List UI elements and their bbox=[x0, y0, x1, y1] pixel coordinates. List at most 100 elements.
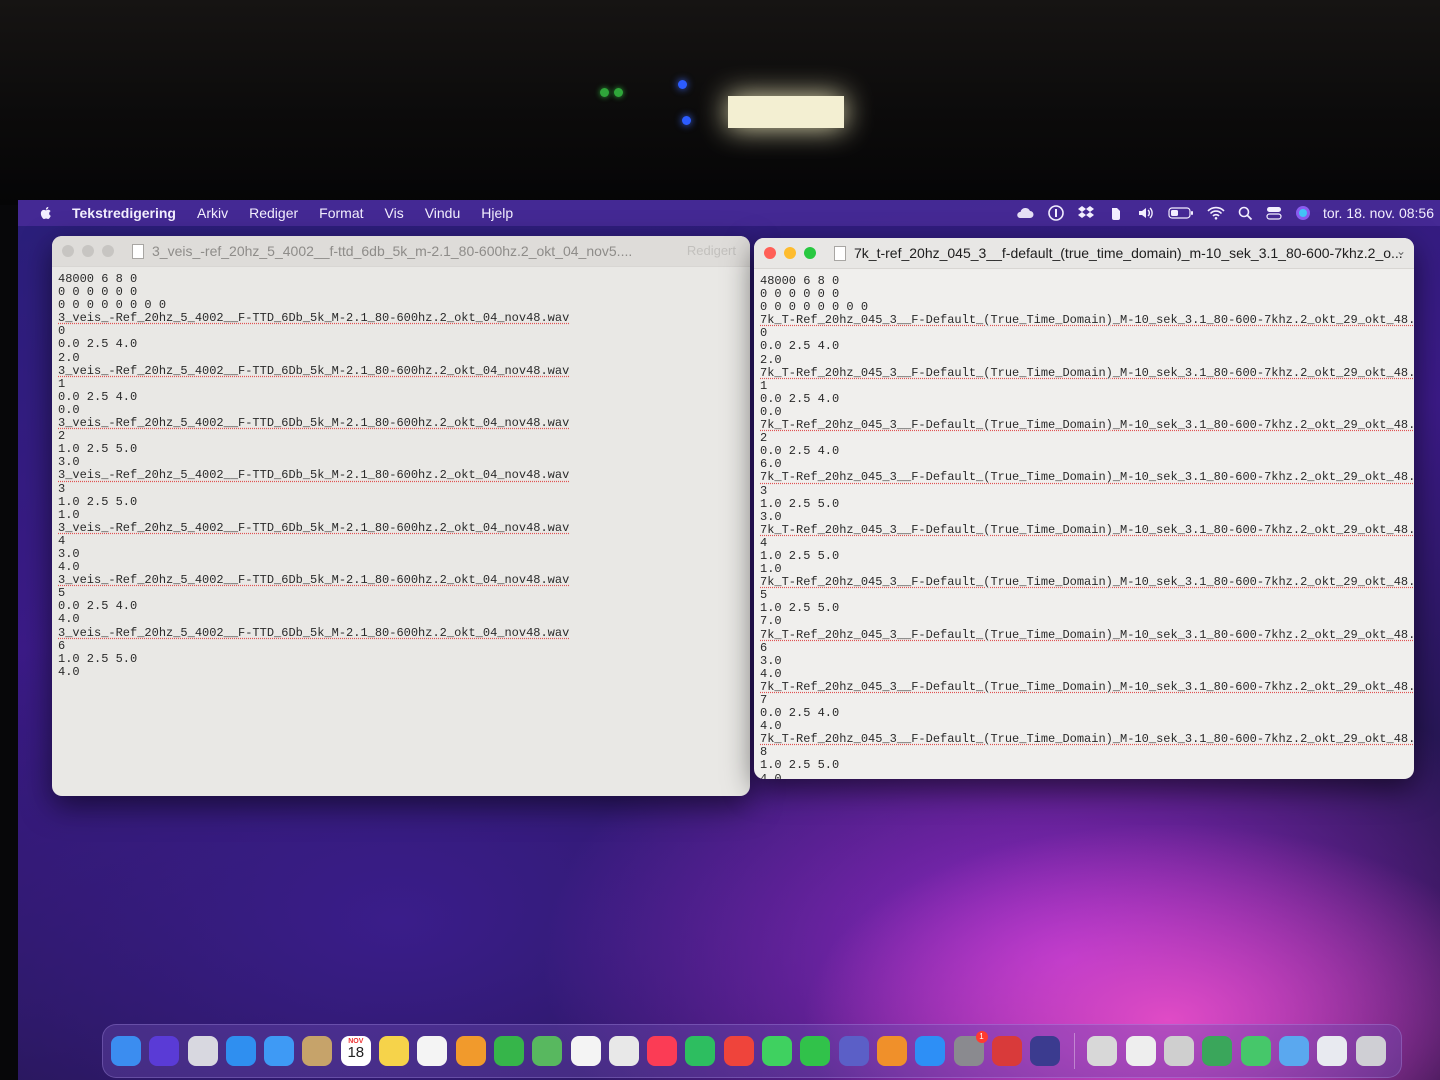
document-icon[interactable] bbox=[132, 243, 144, 259]
text-line-filename: 7k_T-Ref_20hz_045_3__F-Default_(True_Tim… bbox=[760, 627, 1414, 642]
zoom-button[interactable] bbox=[804, 247, 816, 259]
text-line-filename: 3_veis_-Ref_20hz_5_4002__F-TTD_6Db_5k_M-… bbox=[58, 416, 570, 431]
text-line: 4 bbox=[760, 535, 768, 550]
text-line: 5 bbox=[58, 586, 66, 601]
contacts-icon[interactable] bbox=[302, 1036, 333, 1066]
printer-icon[interactable] bbox=[1164, 1036, 1195, 1066]
music-icon[interactable] bbox=[647, 1036, 678, 1066]
notification-badge: 1 bbox=[975, 1031, 988, 1043]
icloud-icon[interactable] bbox=[1015, 206, 1035, 220]
bbedit-icon[interactable] bbox=[1030, 1036, 1061, 1066]
document-icon[interactable] bbox=[834, 245, 846, 261]
dock: NOV 18 1 bbox=[102, 1024, 1402, 1078]
evernote-icon[interactable] bbox=[685, 1036, 716, 1066]
desktop: Tekstredigering Arkiv Rediger Format Vis… bbox=[18, 200, 1440, 1080]
numbers-icon[interactable] bbox=[493, 1036, 524, 1066]
spotlight-icon[interactable] bbox=[1238, 206, 1253, 221]
text-line: 2.0 bbox=[760, 352, 782, 367]
text-line: 2 bbox=[760, 431, 768, 446]
router-led bbox=[614, 88, 623, 97]
system-preferences-icon[interactable]: 1 bbox=[953, 1031, 988, 1066]
trash-icon[interactable] bbox=[1355, 1036, 1386, 1066]
mail-icon[interactable] bbox=[264, 1036, 295, 1066]
maps-icon[interactable] bbox=[532, 1036, 563, 1066]
text-line: 3.0 bbox=[760, 653, 782, 668]
text-line-filename: 3_veis_-Ref_20hz_5_4002__F-TTD_6Db_5k_M-… bbox=[58, 311, 570, 326]
scanner-icon[interactable] bbox=[1087, 1036, 1118, 1066]
close-button[interactable] bbox=[62, 245, 74, 257]
battery-icon[interactable] bbox=[1168, 206, 1194, 220]
text-line-filename: 3_veis_-Ref_20hz_5_4002__F-TTD_6Db_5k_M-… bbox=[58, 468, 570, 483]
text-line-filename: 7k_T-Ref_20hz_045_3__F-Default_(True_Tim… bbox=[760, 522, 1414, 537]
volume-icon[interactable] bbox=[1137, 205, 1155, 221]
chevron-down-icon[interactable]: ⌄ bbox=[1396, 244, 1406, 258]
text-line: 6 bbox=[760, 640, 768, 655]
text-line: 0.0 2.5 4.0 bbox=[760, 339, 840, 354]
text-line: 2.0 bbox=[58, 350, 80, 365]
safari-icon[interactable] bbox=[225, 1036, 256, 1066]
minimize-button[interactable] bbox=[784, 247, 796, 259]
text-line: 0.0 2.5 4.0 bbox=[58, 389, 138, 404]
chrome-icon[interactable] bbox=[608, 1036, 639, 1066]
reminders-icon[interactable] bbox=[417, 1036, 448, 1066]
window-title: 7k_t-ref_20hz_045_3__f-default_(true_tim… bbox=[854, 245, 1403, 261]
text-line: 3 bbox=[58, 481, 66, 496]
text-line: 1.0 2.5 5.0 bbox=[58, 442, 138, 457]
window-titlebar[interactable]: 3_veis_-ref_20hz_5_4002__f-ttd_6db_5k_m-… bbox=[52, 236, 750, 267]
facetime-icon[interactable] bbox=[800, 1036, 831, 1066]
textedit-icon[interactable] bbox=[1125, 1036, 1156, 1066]
folder-icon[interactable] bbox=[1278, 1036, 1309, 1066]
menu-rediger[interactable]: Rediger bbox=[249, 205, 298, 221]
menubar-clock[interactable]: tor. 18. nov. 08:56 bbox=[1323, 205, 1434, 221]
textedit-window-right[interactable]: 7k_t-ref_20hz_045_3__f-default_(true_tim… bbox=[754, 238, 1414, 779]
evernote-icon[interactable] bbox=[1108, 205, 1124, 221]
text-area[interactable]: 48000 6 8 00 0 0 0 0 00 0 0 0 0 0 0 0 3_v… bbox=[52, 267, 750, 679]
teams-icon[interactable] bbox=[838, 1036, 869, 1066]
text-line: 1.0 2.5 5.0 bbox=[760, 758, 840, 773]
close-button[interactable] bbox=[764, 247, 776, 259]
onepassword-icon[interactable] bbox=[1048, 205, 1064, 221]
wifi-icon[interactable] bbox=[1207, 206, 1225, 220]
anydesk-icon[interactable] bbox=[723, 1036, 754, 1066]
text-line: 3.0 bbox=[760, 509, 782, 524]
launchpad-icon[interactable] bbox=[187, 1036, 218, 1066]
menu-vis[interactable]: Vis bbox=[385, 205, 404, 221]
menu-app-name[interactable]: Tekstredigering bbox=[72, 205, 176, 221]
zoom-button[interactable] bbox=[102, 245, 114, 257]
window-titlebar[interactable]: 7k_t-ref_20hz_045_3__f-default_(true_tim… bbox=[754, 238, 1414, 269]
messages-alt-icon[interactable] bbox=[1240, 1036, 1271, 1066]
menu-vindu[interactable]: Vindu bbox=[425, 205, 461, 221]
dropbox-icon[interactable] bbox=[1077, 205, 1095, 221]
dock-separator bbox=[1074, 1033, 1076, 1069]
text-line-filename: 7k_T-Ref_20hz_045_3__F-Default_(True_Tim… bbox=[760, 365, 1414, 380]
menu-hjelp[interactable]: Hjelp bbox=[481, 205, 513, 221]
menu-format[interactable]: Format bbox=[319, 205, 363, 221]
pdf-icon[interactable] bbox=[991, 1036, 1022, 1066]
pages-icon[interactable] bbox=[455, 1036, 486, 1066]
text-line: 1.0 bbox=[58, 507, 80, 522]
finder-icon[interactable] bbox=[111, 1036, 141, 1066]
apple-menu-icon[interactable] bbox=[38, 205, 54, 221]
text-area[interactable]: 48000 6 8 00 0 0 0 0 00 0 0 0 0 0 0 0 7k_… bbox=[754, 269, 1414, 779]
minimize-button[interactable] bbox=[82, 245, 94, 257]
siri-icon[interactable] bbox=[149, 1036, 180, 1066]
books-icon[interactable] bbox=[876, 1036, 907, 1066]
text-line: 4.0 bbox=[58, 612, 80, 627]
room-background bbox=[0, 0, 1440, 205]
screen-sharing-icon[interactable] bbox=[1202, 1036, 1233, 1066]
text-line: 5 bbox=[760, 588, 768, 603]
siri-icon[interactable] bbox=[1295, 205, 1311, 221]
text-line-filename: 3_veis_-Ref_20hz_5_4002__F-TTD_6Db_5k_M-… bbox=[58, 573, 570, 588]
text-line-filename: 7k_T-Ref_20hz_045_3__F-Default_(True_Tim… bbox=[760, 732, 1414, 747]
notes-icon[interactable] bbox=[379, 1036, 410, 1066]
menu-arkiv[interactable]: Arkiv bbox=[197, 205, 228, 221]
control-center-icon[interactable] bbox=[1266, 206, 1282, 220]
text-line: 1.0 2.5 5.0 bbox=[58, 494, 138, 509]
messages-icon[interactable] bbox=[762, 1036, 793, 1066]
onepassword-icon[interactable] bbox=[1317, 1036, 1348, 1066]
calendar-icon[interactable]: NOV 18 bbox=[340, 1036, 371, 1066]
window-title: 3_veis_-ref_20hz_5_4002__f-ttd_6db_5k_m-… bbox=[152, 243, 633, 259]
app-store-icon[interactable] bbox=[915, 1036, 946, 1066]
textedit-window-left[interactable]: 3_veis_-ref_20hz_5_4002__f-ttd_6db_5k_m-… bbox=[52, 236, 750, 796]
photos-icon[interactable] bbox=[570, 1036, 601, 1066]
